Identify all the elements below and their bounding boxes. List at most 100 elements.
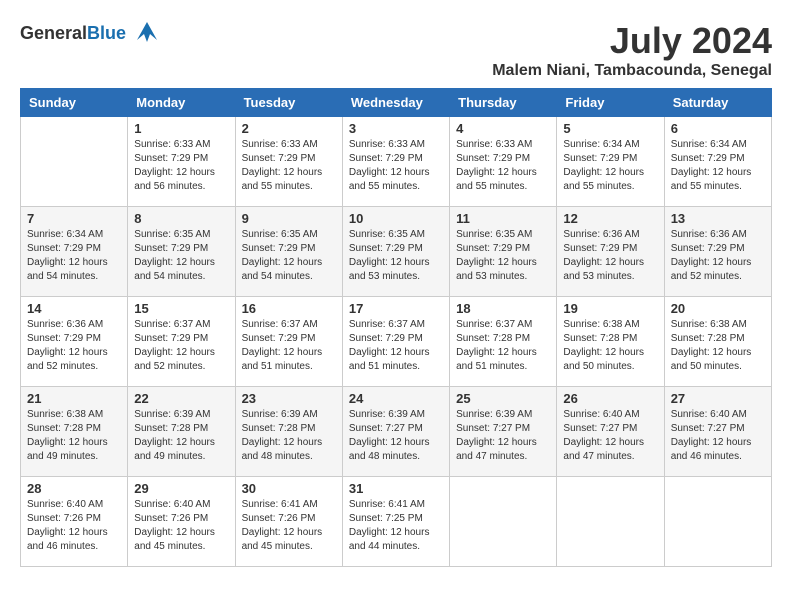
day-info: Sunrise: 6:36 AM Sunset: 7:29 PM Dayligh… [27,318,121,374]
calendar-cell: 23 Sunrise: 6:39 AM Sunset: 7:28 PM Dayli… [235,387,342,477]
page-header: GeneralBlue July 2024 Malem Niani, Tamba… [20,20,772,80]
calendar-cell: 14 Sunrise: 6:36 AM Sunset: 7:29 PM Dayli… [21,297,128,387]
day-number: 18 [456,301,550,316]
calendar-week-row: 28Sunrise: 6:40 AM Sunset: 7:26 PM Dayli… [21,477,772,567]
day-number: 6 [671,121,765,136]
calendar-week-row: 14 Sunrise: 6:36 AM Sunset: 7:29 PM Dayli… [21,297,772,387]
calendar-cell: 24Sunrise: 6:39 AM Sunset: 7:27 PM Dayli… [342,387,449,477]
calendar-cell: 16 Sunrise: 6:37 AM Sunset: 7:29 PM Dayli… [235,297,342,387]
calendar-cell: 21Sunrise: 6:38 AM Sunset: 7:28 PM Dayli… [21,387,128,477]
calendar-cell: 7 Sunrise: 6:34 AM Sunset: 7:29 PM Daylig… [21,207,128,297]
day-info: Sunrise: 6:41 AM Sunset: 7:25 PM Dayligh… [349,498,443,554]
calendar-cell: 8Sunrise: 6:35 AM Sunset: 7:29 PM Daylig… [128,207,235,297]
day-info: Sunrise: 6:34 AM Sunset: 7:29 PM Dayligh… [563,138,657,194]
day-of-week-header: Monday [128,89,235,117]
calendar-cell: 29Sunrise: 6:40 AM Sunset: 7:26 PM Dayli… [128,477,235,567]
calendar-cell: 13 Sunrise: 6:36 AM Sunset: 7:29 PM Dayli… [664,207,771,297]
location-subtitle: Malem Niani, Tambacounda, Senegal [492,62,772,80]
calendar-cell: 1Sunrise: 6:33 AM Sunset: 7:29 PM Daylig… [128,117,235,207]
calendar-cell: 6 Sunrise: 6:34 AM Sunset: 7:29 PM Daylig… [664,117,771,207]
calendar-cell: 17 Sunrise: 6:37 AM Sunset: 7:29 PM Dayli… [342,297,449,387]
day-number: 15 [134,301,228,316]
calendar-cell: 22 Sunrise: 6:39 AM Sunset: 7:28 PM Dayli… [128,387,235,477]
calendar-cell: 10Sunrise: 6:35 AM Sunset: 7:29 PM Dayli… [342,207,449,297]
calendar-cell: 2Sunrise: 6:33 AM Sunset: 7:29 PM Daylig… [235,117,342,207]
title-section: July 2024 Malem Niani, Tambacounda, Sene… [492,20,772,80]
day-number: 11 [456,211,550,226]
logo-blue-text: Blue [87,23,126,43]
day-info: Sunrise: 6:41 AM Sunset: 7:26 PM Dayligh… [242,498,336,554]
calendar-cell: 11 Sunrise: 6:35 AM Sunset: 7:29 PM Dayli… [450,207,557,297]
day-number: 25 [456,391,550,406]
day-info: Sunrise: 6:34 AM Sunset: 7:29 PM Dayligh… [671,138,765,194]
calendar-cell: 20 Sunrise: 6:38 AM Sunset: 7:28 PM Dayli… [664,297,771,387]
day-of-week-header: Wednesday [342,89,449,117]
calendar-cell: 25 Sunrise: 6:39 AM Sunset: 7:27 PM Dayli… [450,387,557,477]
day-info: Sunrise: 6:40 AM Sunset: 7:26 PM Dayligh… [27,498,121,554]
day-info: Sunrise: 6:40 AM Sunset: 7:27 PM Dayligh… [563,408,657,464]
day-info: Sunrise: 6:36 AM Sunset: 7:29 PM Dayligh… [563,228,657,284]
day-number: 9 [242,211,336,226]
day-info: Sunrise: 6:33 AM Sunset: 7:29 PM Dayligh… [242,138,336,194]
day-info: Sunrise: 6:37 AM Sunset: 7:29 PM Dayligh… [242,318,336,374]
calendar-cell [557,477,664,567]
calendar-cell: 28Sunrise: 6:40 AM Sunset: 7:26 PM Dayli… [21,477,128,567]
calendar-cell: 12 Sunrise: 6:36 AM Sunset: 7:29 PM Dayli… [557,207,664,297]
day-number: 22 [134,391,228,406]
day-info: Sunrise: 6:39 AM Sunset: 7:28 PM Dayligh… [242,408,336,464]
day-number: 31 [349,481,443,496]
logo-bird-icon [132,20,162,46]
day-of-week-header: Thursday [450,89,557,117]
day-of-week-header: Sunday [21,89,128,117]
day-number: 29 [134,481,228,496]
day-number: 4 [456,121,550,136]
day-info: Sunrise: 6:39 AM Sunset: 7:28 PM Dayligh… [134,408,228,464]
calendar-week-row: 21Sunrise: 6:38 AM Sunset: 7:28 PM Dayli… [21,387,772,477]
day-info: Sunrise: 6:38 AM Sunset: 7:28 PM Dayligh… [671,318,765,374]
day-info: Sunrise: 6:33 AM Sunset: 7:29 PM Dayligh… [456,138,550,194]
day-number: 8 [134,211,228,226]
day-of-week-header: Saturday [664,89,771,117]
calendar-week-row: 1Sunrise: 6:33 AM Sunset: 7:29 PM Daylig… [21,117,772,207]
day-number: 27 [671,391,765,406]
day-number: 26 [563,391,657,406]
day-number: 16 [242,301,336,316]
calendar-cell: 31 Sunrise: 6:41 AM Sunset: 7:25 PM Dayli… [342,477,449,567]
day-info: Sunrise: 6:37 AM Sunset: 7:28 PM Dayligh… [456,318,550,374]
day-number: 13 [671,211,765,226]
day-number: 17 [349,301,443,316]
calendar-cell: 19Sunrise: 6:38 AM Sunset: 7:28 PM Dayli… [557,297,664,387]
day-number: 24 [349,391,443,406]
calendar-cell: 26 Sunrise: 6:40 AM Sunset: 7:27 PM Dayli… [557,387,664,477]
day-info: Sunrise: 6:35 AM Sunset: 7:29 PM Dayligh… [456,228,550,284]
calendar-cell: 5Sunrise: 6:34 AM Sunset: 7:29 PM Daylig… [557,117,664,207]
calendar-cell [450,477,557,567]
day-number: 20 [671,301,765,316]
day-info: Sunrise: 6:33 AM Sunset: 7:29 PM Dayligh… [349,138,443,194]
day-number: 7 [27,211,121,226]
calendar-cell [664,477,771,567]
calendar-cell: 18 Sunrise: 6:37 AM Sunset: 7:28 PM Dayli… [450,297,557,387]
day-number: 12 [563,211,657,226]
day-info: Sunrise: 6:38 AM Sunset: 7:28 PM Dayligh… [563,318,657,374]
day-of-week-header: Friday [557,89,664,117]
day-number: 14 [27,301,121,316]
calendar-table: SundayMondayTuesdayWednesdayThursdayFrid… [20,88,772,567]
calendar-header-row: SundayMondayTuesdayWednesdayThursdayFrid… [21,89,772,117]
calendar-cell: 30Sunrise: 6:41 AM Sunset: 7:26 PM Dayli… [235,477,342,567]
calendar-cell: 9 Sunrise: 6:35 AM Sunset: 7:29 PM Daylig… [235,207,342,297]
calendar-cell [21,117,128,207]
day-info: Sunrise: 6:35 AM Sunset: 7:29 PM Dayligh… [349,228,443,284]
day-info: Sunrise: 6:39 AM Sunset: 7:27 PM Dayligh… [456,408,550,464]
day-info: Sunrise: 6:35 AM Sunset: 7:29 PM Dayligh… [242,228,336,284]
calendar-cell: 4 Sunrise: 6:33 AM Sunset: 7:29 PM Daylig… [450,117,557,207]
day-info: Sunrise: 6:40 AM Sunset: 7:27 PM Dayligh… [671,408,765,464]
day-info: Sunrise: 6:37 AM Sunset: 7:29 PM Dayligh… [349,318,443,374]
calendar-cell: 27 Sunrise: 6:40 AM Sunset: 7:27 PM Dayli… [664,387,771,477]
day-number: 3 [349,121,443,136]
day-info: Sunrise: 6:36 AM Sunset: 7:29 PM Dayligh… [671,228,765,284]
day-info: Sunrise: 6:38 AM Sunset: 7:28 PM Dayligh… [27,408,121,464]
day-number: 23 [242,391,336,406]
calendar-week-row: 7 Sunrise: 6:34 AM Sunset: 7:29 PM Daylig… [21,207,772,297]
day-info: Sunrise: 6:34 AM Sunset: 7:29 PM Dayligh… [27,228,121,284]
